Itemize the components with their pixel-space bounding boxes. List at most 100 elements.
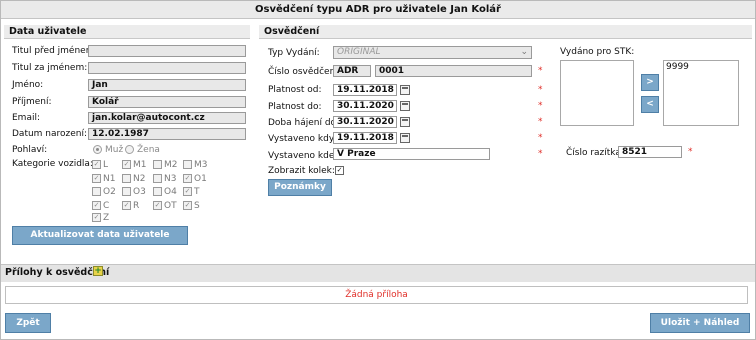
category-z-label: Z — [103, 213, 110, 223]
category-o3-checkbox[interactable] — [122, 187, 131, 196]
issued-where-field[interactable]: V Praze — [333, 148, 490, 160]
category-n3-label: N3 — [164, 174, 177, 184]
gender-male-label: Muž — [105, 145, 124, 155]
category-m2-checkbox[interactable] — [153, 160, 162, 169]
birth-date-field[interactable]: 12.02.1987 — [88, 128, 246, 140]
category-m3-checkbox[interactable] — [183, 160, 192, 169]
category-m2-label: M2 — [164, 160, 178, 170]
cert-section-header: Osvědčení — [259, 25, 752, 39]
valid-from-field[interactable]: 19.11.2018 — [333, 84, 397, 96]
user-section-header: Data uživatele — [4, 25, 250, 39]
category-ot-checkbox[interactable]: ✓ — [153, 201, 162, 210]
title-after-field[interactable] — [88, 62, 246, 74]
category-n1-label: N1 — [103, 174, 116, 184]
title-before-label: Titul před jménem: — [12, 46, 98, 56]
issue-type-select[interactable]: ORIGINÁL ⌄ — [333, 46, 532, 59]
show-stamp-checkbox[interactable]: ✓ — [335, 166, 344, 175]
gender-male-radio[interactable] — [93, 145, 102, 154]
calendar-icon[interactable] — [400, 133, 410, 143]
attachments-header-bar — [1, 264, 755, 282]
required-mark: * — [538, 117, 543, 127]
last-name-field[interactable]: Kolář — [88, 96, 246, 108]
title-before-field[interactable] — [88, 45, 246, 57]
email-field[interactable]: jan.kolar@autocont.cz — [88, 112, 246, 124]
first-name-field[interactable]: Jan — [88, 79, 246, 91]
gender-label: Pohlaví: — [12, 145, 48, 155]
category-n2-checkbox[interactable] — [122, 174, 131, 183]
attachments-list: Žádná příloha — [5, 286, 748, 304]
email-label: Email: — [12, 113, 41, 123]
cert-number-prefix-field: ADR — [333, 65, 371, 77]
stk-available-list[interactable] — [560, 60, 634, 126]
category-n1-checkbox[interactable]: ✓ — [92, 174, 101, 183]
cert-number-label: Číslo osvědčení: — [268, 67, 341, 77]
birth-date-label: Datum narození: — [12, 129, 88, 139]
category-n3-checkbox[interactable] — [153, 174, 162, 183]
category-l-checkbox[interactable]: ✓ — [92, 160, 101, 169]
category-m1-label: M1 — [133, 160, 147, 170]
category-m1-checkbox[interactable]: ✓ — [122, 160, 131, 169]
issued-when-label: Vystaveno kdy: — [268, 134, 337, 144]
calendar-icon[interactable] — [400, 85, 410, 95]
last-name-label: Příjmení: — [12, 97, 52, 107]
required-mark: * — [538, 66, 543, 76]
category-ot-label: OT — [164, 201, 177, 211]
valid-from-label: Platnost od: — [268, 85, 322, 95]
title-after-label: Titul za jménem: — [12, 63, 88, 73]
required-mark: * — [538, 85, 543, 95]
gender-female-label: Žena — [137, 145, 160, 155]
grace-period-label: Doba hájení do: — [268, 118, 340, 128]
required-mark: * — [688, 147, 693, 157]
category-c-label: C — [103, 201, 110, 211]
category-n2-label: N2 — [133, 174, 146, 184]
stamp-number-field[interactable]: 8521 — [618, 146, 682, 158]
category-r-label: R — [133, 201, 140, 211]
category-o2-checkbox[interactable] — [92, 187, 101, 196]
category-t-label: T — [194, 187, 200, 197]
move-right-button[interactable]: > — [641, 74, 659, 91]
calendar-icon[interactable] — [400, 101, 410, 111]
valid-to-label: Platnost do: — [268, 102, 322, 112]
category-o1-label: O1 — [194, 174, 207, 184]
first-name-label: Jméno: — [12, 80, 44, 90]
required-mark: * — [538, 149, 543, 159]
vehicle-categories-label: Kategorie vozidla: — [12, 159, 93, 169]
calendar-icon[interactable] — [400, 117, 410, 127]
notes-button[interactable]: Poznámky — [268, 179, 332, 196]
no-attachments-text: Žádná příloha — [345, 290, 408, 300]
category-s-label: S — [194, 201, 200, 211]
dialog-title: Osvědčení typu ADR pro uživatele Jan Kol… — [1, 1, 755, 19]
category-z-checkbox[interactable]: ✓ — [92, 213, 101, 222]
category-o2-label: O2 — [103, 187, 116, 197]
category-o4-label: O4 — [164, 187, 177, 197]
category-o4-checkbox[interactable] — [153, 187, 162, 196]
stamp-number-label: Číslo razítka: — [566, 148, 624, 158]
category-o1-checkbox[interactable]: ✓ — [183, 174, 192, 183]
show-stamp-label: Zobrazit kolek: — [268, 166, 335, 176]
stk-label: Vydáno pro STK: — [560, 47, 635, 57]
category-t-checkbox[interactable]: ✓ — [183, 187, 192, 196]
category-r-checkbox[interactable]: ✓ — [122, 201, 131, 210]
category-m3-label: M3 — [194, 160, 208, 170]
back-button[interactable]: Zpět — [5, 313, 51, 333]
grace-period-field[interactable]: 30.11.2020 — [333, 116, 397, 128]
update-user-data-button[interactable]: Aktualizovat data uživatele — [12, 226, 188, 245]
list-item[interactable]: 9999 — [666, 62, 689, 72]
issue-type-label: Typ Vydání: — [268, 48, 320, 58]
move-left-button[interactable]: < — [641, 96, 659, 113]
valid-to-field[interactable]: 30.11.2020 — [333, 100, 397, 112]
category-c-checkbox[interactable]: ✓ — [92, 201, 101, 210]
category-o3-label: O3 — [133, 187, 146, 197]
cert-number-field[interactable]: 0001 — [375, 65, 532, 77]
add-attachment-icon[interactable]: + — [93, 266, 103, 276]
issue-type-value: ORIGINÁL — [337, 47, 381, 57]
issued-where-label: Vystaveno kde: — [268, 151, 338, 161]
category-l-label: L — [103, 160, 109, 170]
issued-when-field[interactable]: 19.11.2018 — [333, 132, 397, 144]
category-s-checkbox[interactable]: ✓ — [183, 201, 192, 210]
chevron-down-icon: ⌄ — [520, 47, 528, 57]
gender-female-radio[interactable] — [125, 145, 134, 154]
save-preview-button[interactable]: Uložit + Náhled — [650, 313, 750, 333]
required-mark: * — [538, 133, 543, 143]
stk-selected-list[interactable]: 9999 — [663, 60, 739, 126]
